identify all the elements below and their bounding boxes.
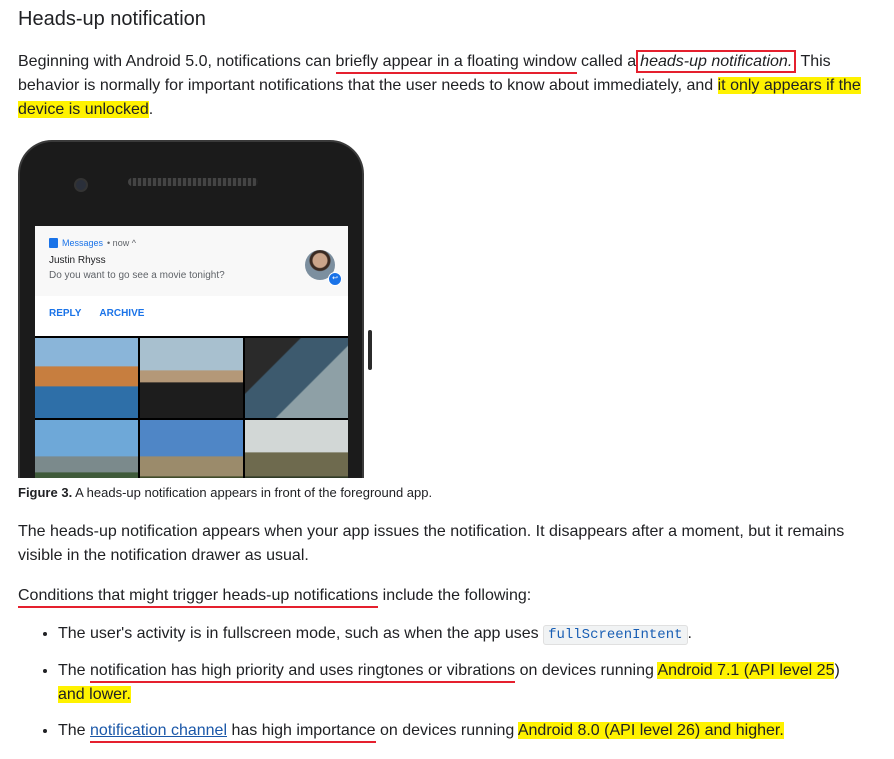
caption-text: A heads-up notification appears in front… (72, 485, 433, 500)
conditions-list: The user's activity is in fullscreen mod… (18, 622, 894, 755)
annotation-underline: has high importance (227, 722, 376, 739)
conditions-text: include the following: (378, 587, 532, 604)
list-item-text: on devices running (375, 722, 518, 739)
annotation-underline: Conditions that might trigger heads-up n… (18, 587, 379, 608)
photo-grid (35, 338, 348, 478)
photo-tile (245, 420, 348, 478)
intro-text: . (148, 101, 154, 118)
notification-message: Do you want to go see a movie tonight? (49, 270, 225, 281)
list-item-text: . (687, 625, 692, 642)
notification-header: Messages • now ^ (49, 238, 136, 248)
list-item-text: The (58, 722, 91, 739)
list-item-text: ) (834, 662, 840, 679)
intro-paragraph: Beginning with Android 5.0, notification… (18, 50, 878, 122)
reply-badge-icon: ↩ (328, 272, 342, 286)
code-fullscreenintent: fullScreenIntent (543, 625, 688, 645)
photo-tile (245, 338, 348, 418)
annotation-highlight: Android 7.1 (API level 25 (657, 662, 835, 679)
list-item-text: on devices running (515, 662, 658, 679)
list-item: The notification has high priority and u… (58, 659, 894, 707)
phone-camera (74, 178, 88, 192)
phone-illustration: Messages • now ^ Justin Rhyss Do you wan… (18, 140, 364, 478)
photo-tile (35, 420, 138, 478)
description-paragraph: The heads-up notification appears when y… (18, 523, 845, 564)
phone-speaker (128, 178, 258, 186)
annotation-highlight: Android 8.0 (API level 26) and higher. (517, 722, 784, 739)
annotation-box: heads-up notification. (636, 50, 797, 73)
heads-up-notification[interactable]: Messages • now ^ Justin Rhyss Do you wan… (35, 226, 348, 336)
list-item: The notification channel has high import… (58, 719, 894, 743)
list-item-text: The (58, 662, 91, 679)
photo-tile (140, 338, 243, 418)
list-item-text: The user's activity is in fullscreen mod… (58, 625, 544, 642)
notification-channel-link[interactable]: notification channel (90, 722, 227, 739)
annotation-underline: briefly appear in a floating window (335, 53, 577, 74)
photo-tile (140, 420, 243, 478)
annotation-highlight: and lower. (58, 686, 131, 703)
reply-action-button[interactable]: REPLY (49, 308, 81, 319)
notification-sender: Justin Rhyss (49, 255, 106, 266)
section-heading: Heads-up notification (18, 8, 206, 30)
caption-label: Figure 3. (18, 485, 73, 500)
messages-app-icon (49, 238, 58, 248)
archive-action-button[interactable]: ARCHIVE (99, 308, 144, 319)
notification-time: • now ^ (107, 238, 136, 248)
intro-text: called a (576, 53, 637, 70)
conditions-paragraph: Conditions that might trigger heads-up n… (18, 584, 878, 608)
list-item: The user's activity is in fullscreen mod… (58, 622, 894, 647)
figure-caption: Figure 3. A heads-up notification appear… (18, 485, 432, 500)
phone-side-button (368, 330, 372, 370)
annotation-underline: notification has high priority and uses … (90, 662, 516, 683)
photo-tile (35, 338, 138, 418)
app-name: Messages (62, 238, 104, 248)
phone-screen: Messages • now ^ Justin Rhyss Do you wan… (35, 226, 348, 478)
intro-text: Beginning with Android 5.0, notification… (18, 53, 336, 70)
